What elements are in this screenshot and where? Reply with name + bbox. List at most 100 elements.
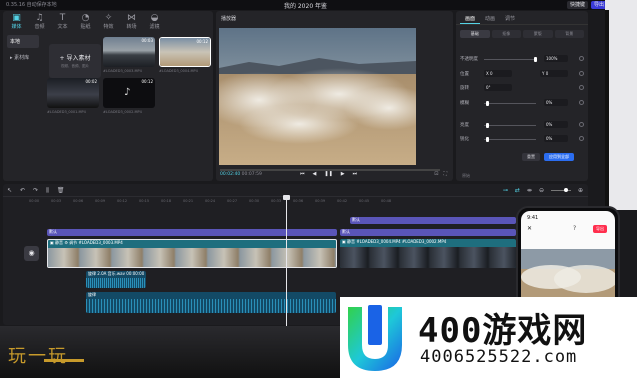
shortcut-button[interactable]: 快捷键 bbox=[566, 1, 588, 9]
clip-filmstrip bbox=[340, 247, 516, 268]
filter-icon: ◒ bbox=[150, 13, 159, 23]
tab-animation[interactable]: 动画 bbox=[480, 11, 500, 24]
time-ruler[interactable]: 00:00 00:03 00:06 00:09 00:12 00:15 00:1… bbox=[29, 198, 584, 206]
text-clip[interactable]: 默认 bbox=[350, 217, 516, 224]
keyframe-icon[interactable] bbox=[579, 56, 584, 61]
tab-adjust[interactable]: 调节 bbox=[500, 11, 520, 24]
brightness-slider[interactable] bbox=[484, 125, 536, 126]
media-thumb[interactable]: 00:03 bbox=[103, 37, 155, 67]
sharpen-slider[interactable] bbox=[484, 139, 536, 140]
fullscreen-icon[interactable]: ⛶ bbox=[443, 171, 447, 177]
video-preview[interactable] bbox=[219, 28, 416, 165]
background-window bbox=[605, 0, 637, 210]
video-clip-selected[interactable]: ▣ 静音 ⚙ 调节 #LOADED3_0003.MP4 bbox=[47, 239, 337, 268]
blur-slider[interactable] bbox=[484, 103, 536, 104]
subtab-mask[interactable]: 蒙版 bbox=[523, 30, 553, 38]
select-icon[interactable]: ↖ bbox=[7, 187, 12, 195]
pause-icon[interactable]: ❚❚ bbox=[324, 171, 332, 177]
tool-transition[interactable]: ⋈ 转场 bbox=[120, 11, 143, 31]
video-clip[interactable]: ▣ 静音 #LOADED3_0004.MP4 #LOADED3_0002.MP4 bbox=[340, 239, 516, 268]
zoom-slider[interactable] bbox=[550, 188, 571, 192]
snap-icon[interactable]: ⇄ bbox=[515, 187, 520, 194]
step-back-icon[interactable]: ◀ bbox=[313, 171, 317, 177]
sharpen-knob[interactable] bbox=[486, 137, 489, 142]
position-y-field[interactable]: Y 0 bbox=[540, 70, 568, 77]
import-media-button[interactable]: + 导入素材 视频、音频、图片 bbox=[49, 44, 101, 78]
media-icon: ▣ bbox=[12, 13, 21, 23]
tool-text[interactable]: T 文本 bbox=[51, 11, 74, 31]
tool-effects[interactable]: ✧ 特效 bbox=[97, 11, 120, 31]
opacity-field[interactable]: 100% bbox=[544, 55, 568, 62]
skip-back-icon[interactable]: ⏮ bbox=[300, 171, 305, 177]
help-icon[interactable]: ? bbox=[573, 225, 576, 232]
brand-logo-icon bbox=[348, 305, 402, 371]
position-x-field[interactable]: X 0 bbox=[484, 70, 512, 77]
import-label: + 导入素材 bbox=[59, 55, 91, 62]
player-panel: 播放器 00:02:40 00:07:59 ⏮ ◀ ❚❚ ▶ ⏭ ⊡ ⛶ bbox=[216, 11, 453, 181]
audio-clip[interactable]: 旋律 2.0A 音乐.wav 00:00:00 bbox=[86, 271, 146, 288]
transition-icon: ⋈ bbox=[127, 13, 136, 23]
media-thumb[interactable]: 00:02 bbox=[47, 78, 99, 108]
sidenav-library[interactable]: ▸ 素材库 bbox=[7, 51, 39, 64]
rotation-field[interactable]: 0° bbox=[484, 84, 512, 91]
cover-button[interactable]: ◉ bbox=[24, 246, 39, 261]
text-clip[interactable]: 默认 bbox=[47, 229, 337, 236]
zoom-fit-icon[interactable]: ⊕ bbox=[578, 187, 583, 194]
playhead[interactable] bbox=[286, 198, 287, 326]
subtab-background[interactable]: 背景 bbox=[554, 30, 584, 38]
thumb-name: #LOADED3_0004.MP4 bbox=[159, 69, 198, 73]
blur-knob[interactable] bbox=[486, 101, 489, 106]
delete-icon[interactable]: 🗑 bbox=[57, 187, 65, 195]
subtab-chroma[interactable]: 抠像 bbox=[491, 30, 521, 38]
reset-button[interactable]: 重置 bbox=[522, 153, 540, 161]
thumb-duration: 00:03 bbox=[141, 38, 153, 43]
thumb-duration: 00:12 bbox=[141, 79, 153, 84]
sharpen-row: 锐化 0% bbox=[460, 135, 584, 143]
tab-picture[interactable]: 画面 bbox=[460, 11, 481, 24]
keyframe-icon[interactable] bbox=[579, 136, 584, 141]
audio-waveform bbox=[86, 278, 146, 288]
keyframe-icon[interactable] bbox=[579, 85, 584, 90]
preview-axis-icon[interactable]: ⇹ bbox=[527, 187, 532, 194]
media-thumb[interactable]: 00:12 bbox=[159, 37, 211, 67]
link-icon[interactable]: ⊸ bbox=[503, 187, 508, 194]
step-forward-icon[interactable]: ▶ bbox=[341, 171, 345, 177]
tool-media[interactable]: ▣ 媒体 bbox=[5, 11, 28, 31]
tool-audio[interactable]: ♫ 音频 bbox=[28, 11, 51, 31]
split-icon[interactable]: ⫼ bbox=[46, 187, 49, 195]
undo-icon[interactable]: ↶ bbox=[20, 187, 25, 195]
apply-all-button[interactable]: 应用到全部 bbox=[544, 153, 574, 161]
opacity-slider[interactable] bbox=[484, 59, 536, 60]
brightness-knob[interactable] bbox=[486, 123, 489, 128]
keyframe-icon[interactable] bbox=[579, 122, 584, 127]
skip-forward-icon[interactable]: ⏭ bbox=[353, 171, 358, 177]
media-sidenav: 本地 ▸ 素材库 bbox=[7, 35, 39, 67]
tool-sticker[interactable]: ◔ 贴纸 bbox=[74, 11, 97, 31]
cover-icon: ◉ bbox=[28, 249, 35, 257]
ruler-tick: 00:42 bbox=[337, 199, 348, 203]
opacity-knob[interactable] bbox=[534, 57, 537, 62]
keyframe-icon[interactable] bbox=[579, 71, 584, 76]
audio-clip[interactable]: 旋律 bbox=[86, 292, 336, 313]
text-clip[interactable]: 默认 bbox=[340, 229, 516, 236]
brightness-field[interactable]: 0% bbox=[544, 121, 568, 128]
sharpen-field[interactable]: 0% bbox=[544, 135, 568, 142]
brightness-row: 亮度 0% bbox=[460, 121, 584, 129]
close-icon[interactable]: ✕ bbox=[527, 225, 532, 232]
zoom-out-icon[interactable]: ⊖ bbox=[539, 187, 544, 194]
tool-label: 音频 bbox=[34, 24, 45, 30]
blur-field[interactable]: 0% bbox=[544, 99, 568, 106]
redo-icon[interactable]: ↷ bbox=[33, 187, 38, 195]
phone-export-button[interactable]: 导出 bbox=[593, 225, 607, 233]
subtab-basic[interactable]: 基础 bbox=[460, 30, 490, 38]
keyframe-icon[interactable] bbox=[579, 100, 584, 105]
position-row: 位置 X 0 Y 0 bbox=[460, 70, 584, 78]
media-thumb[interactable]: ♪ 00:12 bbox=[103, 78, 155, 108]
clip-label: 默认 bbox=[352, 217, 360, 222]
audio-waveform bbox=[86, 299, 336, 313]
tool-filter[interactable]: ◒ 滤镜 bbox=[143, 11, 166, 31]
fit-icon[interactable]: ⊡ bbox=[434, 171, 438, 177]
tool-label: 媒体 bbox=[11, 24, 22, 30]
clip-label: ▣ 静音 #LOADED3_0004.MP4 #LOADED3_0002.MP4 bbox=[342, 239, 447, 244]
sidenav-local[interactable]: 本地 bbox=[7, 35, 39, 48]
